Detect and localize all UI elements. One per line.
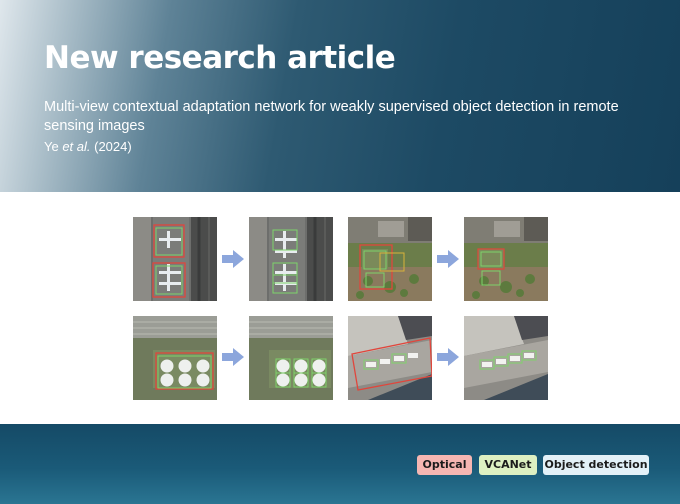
- citation-author: Ye: [44, 139, 63, 154]
- airport-image-before: [133, 217, 217, 301]
- article-citation: Ye et al. (2024): [44, 139, 132, 154]
- tanks-image-before: [133, 316, 217, 400]
- arrow-right-icon: [222, 348, 244, 366]
- fields-image-after: [464, 217, 548, 301]
- header-banner: New research article Multi-view contextu…: [0, 0, 680, 192]
- arrow-right-icon: [437, 250, 459, 268]
- citation-year: (2024): [90, 139, 132, 154]
- vehicles-image-after: [464, 316, 548, 400]
- vehicles-image-before: [348, 316, 432, 400]
- airport-image-after: [249, 217, 333, 301]
- page-title: New research article: [44, 40, 396, 76]
- tag-optical[interactable]: Optical: [417, 455, 472, 475]
- tanks-image-after: [249, 316, 333, 400]
- article-title[interactable]: Multi-view contextual adaptation network…: [44, 98, 634, 136]
- fields-image-before: [348, 217, 432, 301]
- arrow-right-icon: [222, 250, 244, 268]
- citation-etal: et al.: [62, 139, 91, 154]
- tag-object-detection[interactable]: Object detection: [543, 455, 649, 475]
- tag-vcanet[interactable]: VCANet: [479, 455, 537, 475]
- figure-panel: [0, 192, 680, 424]
- arrow-right-icon: [437, 348, 459, 366]
